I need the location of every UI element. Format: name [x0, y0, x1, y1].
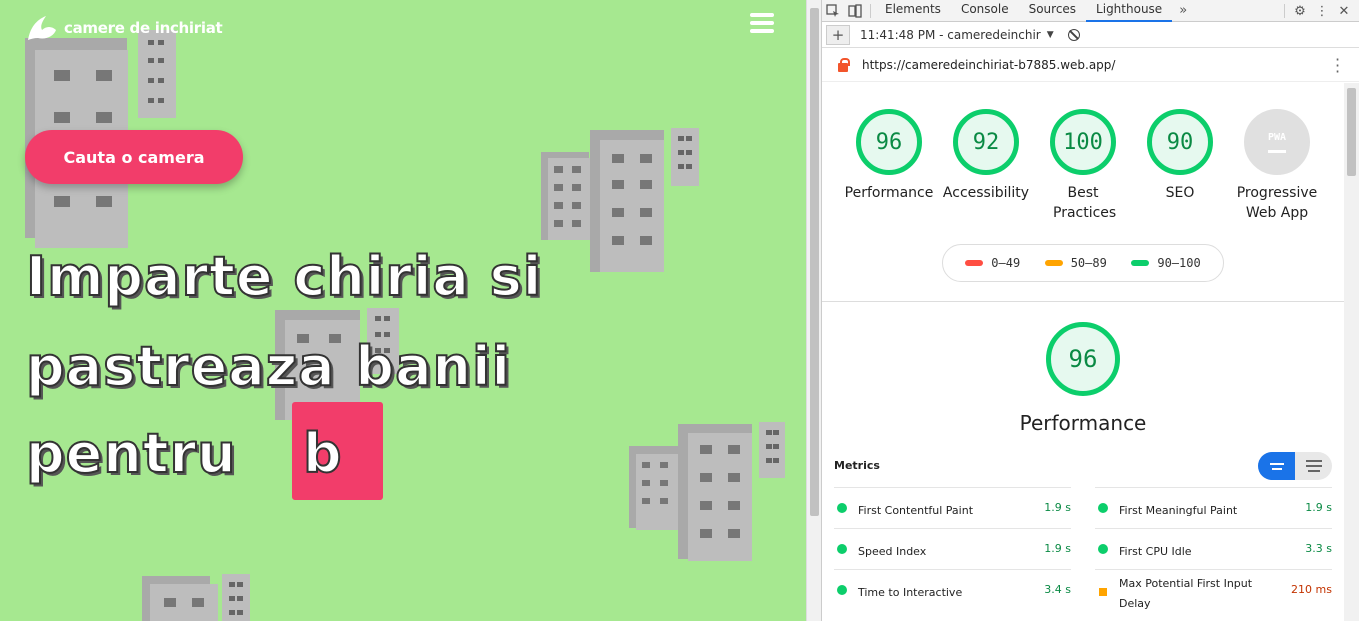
- metric-value: 1.9 s: [1044, 542, 1071, 555]
- score-value: 92: [953, 109, 1019, 175]
- pass-indicator-icon: [837, 585, 847, 595]
- logo-text: camere de inchiriat: [64, 19, 223, 37]
- metric-value: 1.9 s: [1044, 501, 1071, 514]
- report-url[interactable]: https://cameredeinchiriat-b7885.web.app/: [862, 58, 1115, 72]
- legend-item-fail: 0–49: [965, 256, 1020, 270]
- pass-indicator-icon: [1098, 544, 1108, 554]
- metric-name: Max Potential First Input Delay: [1119, 577, 1253, 610]
- typewriter-text: b: [302, 421, 343, 486]
- score-label: Progressive Web App: [1236, 185, 1318, 221]
- building-illustration: [688, 433, 752, 561]
- building-illustration: [222, 574, 250, 621]
- score-label: SEO: [1165, 185, 1195, 201]
- score-label: Best Practices: [1053, 185, 1117, 221]
- new-report-button[interactable]: +: [826, 24, 850, 45]
- device-toolbar-icon[interactable]: [844, 0, 866, 22]
- pass-indicator-icon: [1098, 503, 1108, 513]
- hero-heading-line-2: pastreaza banii: [25, 334, 511, 399]
- hero-heading-line-1: Imparte chiria si: [25, 244, 543, 309]
- devtools-tab-bar: Elements Console Sources Lighthouse » ⚙ …: [822, 0, 1359, 22]
- report-menu-icon[interactable]: · · ·: [1335, 52, 1340, 80]
- report-url-bar: https://cameredeinchiriat-b7885.web.app/…: [822, 48, 1359, 82]
- hamburger-menu-icon[interactable]: [750, 13, 774, 33]
- lighthouse-report: 96 Performance 92 Accessibility 100 Best…: [822, 83, 1344, 621]
- pwa-badge-text: PWA: [1267, 131, 1287, 143]
- score-value: 96: [856, 109, 922, 175]
- score-label: Accessibility: [942, 185, 1030, 201]
- website-viewport: camere de inchiriat Cauta o camera Impar…: [0, 0, 806, 621]
- search-room-button[interactable]: Cauta o camera: [25, 130, 243, 184]
- site-logo[interactable]: camere de inchiriat: [26, 14, 223, 42]
- metric-name: First Contentful Paint: [858, 504, 974, 517]
- metric-name: First CPU Idle: [1119, 545, 1192, 558]
- metrics-view-toggle[interactable]: [1258, 452, 1332, 480]
- metric-row: First CPU Idle 3.3 s: [1095, 528, 1332, 569]
- report-scrollbar[interactable]: [1344, 83, 1359, 621]
- metric-name: First Meaningful Paint: [1119, 504, 1238, 517]
- building-illustration: [636, 454, 680, 530]
- score-value: 100: [1050, 109, 1116, 175]
- metric-name: Time to Interactive: [858, 586, 963, 599]
- performance-section-title: Performance: [1019, 411, 1147, 435]
- building-illustration: [138, 30, 176, 118]
- clear-report-icon[interactable]: [1067, 28, 1080, 41]
- building-illustration: [548, 158, 590, 240]
- tab-sources[interactable]: Sources: [1019, 0, 1086, 22]
- performance-score-gauge: 96: [1046, 322, 1120, 396]
- score-legend: 0–49 50–89 90–100: [942, 244, 1224, 282]
- gear-icon[interactable]: ⚙: [1289, 0, 1311, 22]
- score-value: 90: [1147, 109, 1213, 175]
- building-illustration: [671, 128, 699, 186]
- report-scrollbar-thumb[interactable]: [1347, 88, 1356, 176]
- building-illustration: [759, 422, 785, 478]
- section-divider: [822, 301, 1344, 302]
- lighthouse-logo-icon: [836, 57, 850, 72]
- tab-lighthouse[interactable]: Lighthouse: [1086, 0, 1173, 22]
- close-icon[interactable]: ✕: [1333, 0, 1355, 22]
- legend-item-pass: 90–100: [1131, 256, 1201, 270]
- expanded-view-icon[interactable]: [1295, 452, 1332, 480]
- score-gauge-pwa[interactable]: PWA Progressive Web App: [1227, 109, 1327, 223]
- metric-row: First Meaningful Paint 1.9 s: [1095, 487, 1332, 528]
- lighthouse-toolbar: + 11:41:48 PM - cameredeinchir ▼: [822, 22, 1359, 48]
- pass-indicator-icon: [837, 503, 847, 513]
- score-gauge-best-practices[interactable]: 100 Best Practices: [1033, 109, 1133, 223]
- logo-mark-icon: [28, 16, 56, 40]
- metric-row: Max Potential First Input Delay 210 ms: [1095, 569, 1332, 621]
- score-gauge-accessibility[interactable]: 92 Accessibility: [936, 109, 1036, 203]
- metric-value: 3.4 s: [1044, 583, 1071, 596]
- pwa-badge-icon: PWA: [1244, 109, 1310, 175]
- score-gauge-performance[interactable]: 96 Performance: [839, 109, 939, 203]
- compact-view-icon[interactable]: [1258, 452, 1295, 480]
- pass-indicator-icon: [837, 544, 847, 554]
- page-scrollbar-thumb[interactable]: [810, 8, 819, 516]
- more-options-icon[interactable]: ⋮: [1311, 0, 1333, 22]
- legend-item-average: 50–89: [1044, 256, 1107, 270]
- hero-heading-line-3: pentru: [25, 421, 237, 486]
- score-gauge-seo[interactable]: 90 SEO: [1130, 109, 1230, 203]
- toolbar-divider: [1284, 4, 1285, 18]
- tab-console[interactable]: Console: [951, 0, 1019, 22]
- toolbar-divider: [870, 3, 871, 18]
- chevron-double-right-icon[interactable]: »: [1172, 0, 1194, 22]
- score-label: Performance: [844, 185, 934, 201]
- metric-value: 210 ms: [1291, 583, 1332, 596]
- metrics-heading: Metrics: [834, 459, 880, 472]
- metric-row: Speed Index 1.9 s: [834, 528, 1071, 569]
- building-illustration: [600, 140, 664, 272]
- building-illustration: [150, 584, 218, 621]
- devtools-panel: Elements Console Sources Lighthouse » ⚙ …: [821, 0, 1359, 621]
- report-selector[interactable]: 11:41:48 PM - cameredeinchir: [860, 28, 1041, 42]
- metric-row: Time to Interactive 3.4 s: [834, 569, 1071, 610]
- page-scrollbar[interactable]: [806, 0, 821, 621]
- metric-row: First Contentful Paint 1.9 s: [834, 487, 1071, 528]
- inspect-element-icon[interactable]: [822, 0, 844, 22]
- average-indicator-icon: [1099, 588, 1107, 596]
- metric-value: 1.9 s: [1305, 501, 1332, 514]
- tab-elements[interactable]: Elements: [875, 0, 951, 22]
- dropdown-arrow-icon[interactable]: ▼: [1047, 30, 1054, 40]
- metric-name: Speed Index: [858, 545, 927, 558]
- metric-value: 3.3 s: [1305, 542, 1332, 555]
